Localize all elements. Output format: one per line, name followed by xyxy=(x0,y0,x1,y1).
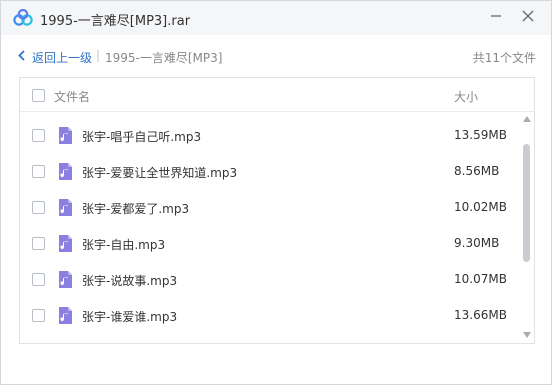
window-title: 1995-一言难尽[MP3].rar xyxy=(40,14,191,29)
column-header-name: 文件名 xyxy=(54,90,91,104)
row-checkbox[interactable] xyxy=(32,273,45,286)
file-name: 张宇-唱乎自己听.mp3 xyxy=(82,130,202,144)
file-size: 13.66MB xyxy=(454,308,507,322)
archive-preview-window: 1995-一言难尽[MP3].rar 返回上一级 | 1995-一言难尽[MP3… xyxy=(0,0,552,385)
file-size: 9.30MB xyxy=(454,236,500,250)
list-header: 文件名 大小 xyxy=(20,78,534,112)
music-file-icon xyxy=(59,127,72,144)
file-size: 8.56MB xyxy=(454,164,500,178)
list-item[interactable]: 张宇-爱要让全世界知道.mp3 8.56MB xyxy=(20,154,520,190)
vertical-scrollbar[interactable] xyxy=(520,114,534,343)
column-header-size: 大小 xyxy=(454,90,479,104)
file-count: 共11个文件 xyxy=(472,51,536,65)
file-name: 张宇-自由.mp3 xyxy=(82,238,166,252)
breadcrumb: 返回上一级 | 1995-一言难尽[MP3] 共11个文件 xyxy=(1,35,551,75)
music-file-icon xyxy=(59,271,72,288)
scroll-thumb[interactable] xyxy=(523,144,530,262)
music-file-icon xyxy=(59,199,72,216)
file-list: 文件名 大小 张宇-唱乎自己听.mp3 13.59MB 张宇-爱要让全世界知道.… xyxy=(19,77,535,344)
list-item[interactable]: 张宇-自由.mp3 9.30MB xyxy=(20,226,520,262)
list-item[interactable]: 张宇-说故事.mp3 10.07MB xyxy=(20,262,520,298)
breadcrumb-separator: | xyxy=(96,48,101,62)
row-checkbox[interactable] xyxy=(32,201,45,214)
file-size: 10.02MB xyxy=(454,200,507,214)
file-size: 10.07MB xyxy=(454,272,507,286)
back-link[interactable]: 返回上一级 xyxy=(32,49,92,66)
scroll-up-arrow-icon[interactable] xyxy=(523,116,531,122)
title-bar: 1995-一言难尽[MP3].rar xyxy=(1,1,551,35)
row-checkbox[interactable] xyxy=(32,129,45,142)
list-item[interactable]: 张宇-唱乎自己听.mp3 13.59MB xyxy=(20,118,520,154)
current-folder: 1995-一言难尽[MP3] xyxy=(105,51,223,65)
file-name: 张宇-爱都爱了.mp3 xyxy=(82,202,190,216)
row-checkbox[interactable] xyxy=(32,237,45,250)
scroll-down-arrow-icon[interactable] xyxy=(523,332,531,338)
chevron-left-icon[interactable] xyxy=(17,50,27,61)
file-name: 张宇-说故事.mp3 xyxy=(82,274,178,288)
baidu-netdisk-logo-icon xyxy=(13,9,33,26)
row-checkbox[interactable] xyxy=(32,309,45,322)
list-item[interactable]: 张宇-谁爱谁.mp3 13.66MB xyxy=(20,298,520,334)
music-file-icon xyxy=(59,163,72,180)
file-name: 张宇-谁爱谁.mp3 xyxy=(82,310,178,324)
row-checkbox[interactable] xyxy=(32,165,45,178)
file-size: 13.59MB xyxy=(454,128,507,142)
music-file-icon xyxy=(59,307,72,324)
file-name: 张宇-爱要让全世界知道.mp3 xyxy=(82,166,238,180)
music-file-icon xyxy=(59,235,72,252)
minimize-icon[interactable] xyxy=(485,5,507,27)
close-icon[interactable] xyxy=(517,5,539,27)
list-item[interactable]: 张宇-爱都爱了.mp3 10.02MB xyxy=(20,190,520,226)
select-all-checkbox[interactable] xyxy=(32,89,45,102)
